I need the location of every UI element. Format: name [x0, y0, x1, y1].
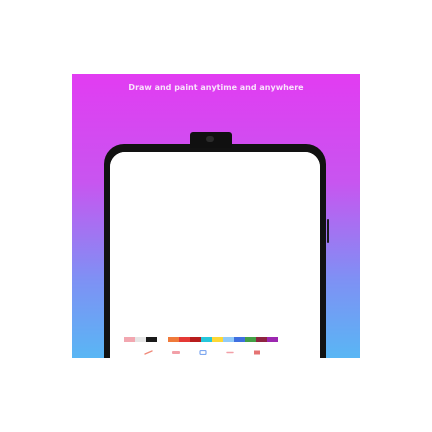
phone-notch [190, 132, 232, 148]
trash-icon[interactable] [252, 350, 262, 355]
color-swatch-pink[interactable] [124, 337, 135, 342]
promo-headline: Draw and paint anytime and anywhere [128, 83, 304, 92]
color-swatch-maroon[interactable] [256, 337, 267, 342]
color-swatch-green[interactable] [245, 337, 256, 342]
color-swatch-light-gray[interactable] [135, 337, 146, 342]
color-swatch-blue[interactable] [234, 337, 245, 342]
phone-screen [110, 152, 320, 358]
color-swatch-black[interactable] [146, 337, 157, 342]
phone-side-button [327, 219, 329, 243]
drawing-canvas[interactable] [110, 152, 320, 328]
eraser-icon[interactable] [171, 350, 181, 355]
color-swatch-light-blue[interactable] [223, 337, 234, 342]
color-swatch-purple[interactable] [267, 337, 278, 342]
phone-mockup [104, 132, 326, 358]
color-swatch-dark-red[interactable] [190, 337, 201, 342]
color-swatch-teal[interactable] [201, 337, 212, 342]
color-palette [124, 337, 278, 342]
brush-icon[interactable] [144, 350, 154, 355]
front-camera-icon [206, 136, 214, 142]
color-swatch-white[interactable] [157, 337, 168, 342]
color-swatch-red[interactable] [179, 337, 190, 342]
promo-banner: Draw and paint anytime and anywhere [72, 74, 360, 358]
shape-icon[interactable] [198, 350, 208, 355]
color-swatch-yellow[interactable] [212, 337, 223, 342]
undo-icon[interactable] [225, 350, 235, 355]
tool-bar [144, 350, 262, 355]
color-swatch-orange[interactable] [168, 337, 179, 342]
